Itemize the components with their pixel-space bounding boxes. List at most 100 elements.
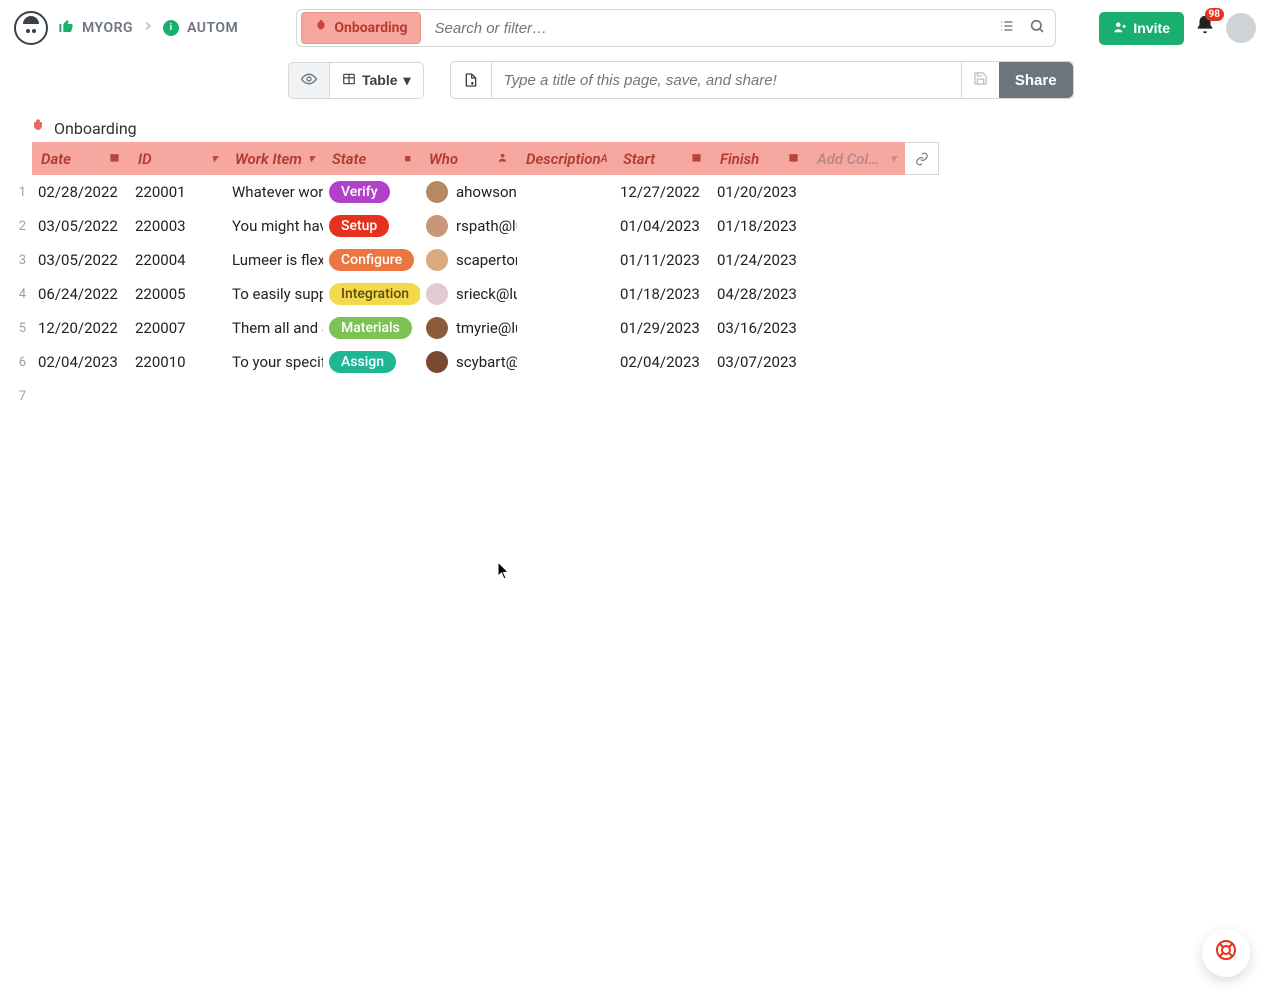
cell-who[interactable]: rspath@lu [420,209,517,243]
cell-date[interactable]: 06/24/2022 [32,277,129,311]
cell-description[interactable] [517,311,614,345]
hand-icon [30,118,46,138]
cell-state[interactable]: Assign [323,345,420,379]
invite-label: Invite [1133,20,1170,36]
cell-start[interactable]: 01/04/2023 [614,209,711,243]
cell-state[interactable]: Verify [323,175,420,209]
link-column-button[interactable] [905,142,939,175]
column-header-date[interactable]: Date [32,142,129,175]
list-icon[interactable] [999,18,1015,38]
notifications-button[interactable]: 98 [1194,14,1216,42]
help-button[interactable] [1202,929,1250,977]
cell-finish[interactable]: 01/20/2023 [711,175,808,209]
avatar [426,249,448,271]
thumbs-up-icon [58,18,74,38]
cell-state[interactable]: Configure [323,243,420,277]
cell-start[interactable]: 12/27/2022 [614,175,711,209]
column-header-state[interactable]: State■ [323,142,420,175]
cell-start[interactable]: 01/18/2023 [614,277,711,311]
table-title-text: Onboarding [54,119,137,138]
topbar: MYORG i AUTOM Onboarding Invite [0,0,1270,56]
cell-id[interactable]: 220003 [129,209,226,243]
column-header-who[interactable]: Who [420,142,517,175]
cell-work-item[interactable]: Whatever wor [226,175,323,209]
cell-start[interactable]: 02/04/2023 [614,345,711,379]
chevron-right-icon [141,19,155,37]
breadcrumb-org[interactable]: MYORG [82,20,133,36]
search-input[interactable] [425,12,1000,45]
table-row[interactable]: 5 12/20/2022 220007 Them all and a Mater… [14,311,1270,345]
app-logo[interactable] [14,11,48,45]
cell-date[interactable]: 03/05/2022 [32,209,129,243]
save-icon [973,71,988,89]
row-number: 3 [14,253,32,268]
invite-button[interactable]: Invite [1099,12,1184,45]
row-number: 4 [14,287,32,302]
add-column-button[interactable]: Add Col…▾ [808,142,905,175]
column-header-finish[interactable]: Finish [711,142,808,175]
cell-finish[interactable]: 03/16/2023 [711,311,808,345]
mouse-cursor [498,562,510,580]
cell-id[interactable]: 220004 [129,243,226,277]
cell-date[interactable]: 12/20/2022 [32,311,129,345]
cell-work-item[interactable]: You might hav [226,209,323,243]
cell-description[interactable] [517,277,614,311]
cell-state[interactable]: Setup [323,209,420,243]
cell-who[interactable]: tmyrie@lu [420,311,517,345]
cell-description[interactable] [517,209,614,243]
cell-who[interactable]: srieck@lu [420,277,517,311]
cell-finish[interactable]: 04/28/2023 [711,277,808,311]
share-button[interactable]: Share [999,62,1073,98]
page-title-bar: Share [450,61,1074,99]
column-header-description[interactable]: DescriptionA [517,142,614,175]
column-header-id[interactable]: ID▾ [129,142,226,175]
cell-start[interactable]: 01/29/2023 [614,311,711,345]
cell-id[interactable]: 220001 [129,175,226,209]
cell-state[interactable]: Integration [323,277,420,311]
table-row[interactable]: 3 03/05/2022 220004 Lumeer is flex Confi… [14,243,1270,277]
cell-id[interactable]: 220007 [129,311,226,345]
cell-who[interactable]: scapertor [420,243,517,277]
table-row[interactable]: 2 03/05/2022 220003 You might hav Setup … [14,209,1270,243]
cell-who[interactable]: scybart@ [420,345,517,379]
data-table: DateID▾Work Item▾State■WhoDescriptionASt… [0,142,1270,413]
avatar [426,351,448,373]
save-button[interactable] [961,62,999,98]
search-pill-onboarding[interactable]: Onboarding [301,12,420,44]
cell-work-item[interactable]: To your specif [226,345,323,379]
cell-description[interactable] [517,345,614,379]
view-selector[interactable]: Table ▾ [330,62,424,99]
cell-description[interactable] [517,243,614,277]
cell-finish[interactable]: 01/18/2023 [711,209,808,243]
search-pill-label: Onboarding [334,20,407,36]
user-avatar[interactable] [1226,13,1256,43]
column-header-work item[interactable]: Work Item▾ [226,142,323,175]
visibility-toggle[interactable] [288,62,330,99]
page-new-icon[interactable] [451,62,492,98]
cell-date[interactable]: 02/04/2023 [32,345,129,379]
table-row-empty[interactable]: 7 [14,379,1270,413]
cell-work-item[interactable]: To easily supp [226,277,323,311]
page-title-input[interactable] [492,64,961,97]
cell-finish[interactable]: 01/24/2023 [711,243,808,277]
project-badge-icon: i [163,20,179,36]
search-icon[interactable] [1029,18,1045,38]
cell-start[interactable]: 01/11/2023 [614,243,711,277]
cell-description[interactable] [517,175,614,209]
cell-finish[interactable]: 03/07/2023 [711,345,808,379]
row-number: 5 [14,321,32,336]
eye-icon [301,71,317,90]
breadcrumb-project[interactable]: AUTOM [187,20,238,36]
cell-date[interactable]: 03/05/2022 [32,243,129,277]
table-row[interactable]: 6 02/04/2023 220010 To your specif Assig… [14,345,1270,379]
cell-date[interactable]: 02/28/2022 [32,175,129,209]
table-row[interactable]: 4 06/24/2022 220005 To easily supp Integ… [14,277,1270,311]
column-header-start[interactable]: Start [614,142,711,175]
cell-who[interactable]: ahowson@ [420,175,517,209]
cell-id[interactable]: 220010 [129,345,226,379]
cell-state[interactable]: Materials [323,311,420,345]
cell-id[interactable]: 220005 [129,277,226,311]
table-row[interactable]: 1 02/28/2022 220001 Whatever wor Verify … [14,175,1270,209]
cell-work-item[interactable]: Lumeer is flex [226,243,323,277]
cell-work-item[interactable]: Them all and a [226,311,323,345]
